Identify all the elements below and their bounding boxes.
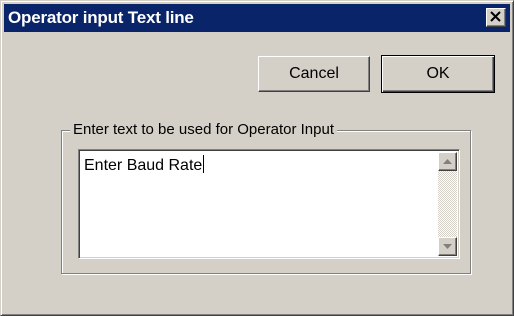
close-icon — [490, 11, 501, 22]
operator-input-dialog: Operator input Text line Cancel OK Enter… — [0, 0, 514, 316]
cancel-button[interactable]: Cancel — [258, 56, 370, 92]
arrow-up-icon — [443, 159, 452, 164]
vertical-scrollbar[interactable] — [438, 152, 457, 256]
window-title: Operator input Text line — [8, 8, 194, 27]
close-button[interactable] — [486, 8, 506, 27]
text-caret — [203, 155, 205, 173]
scroll-up-button[interactable] — [438, 152, 457, 171]
operator-input-textarea[interactable]: Enter Baud Rate — [78, 149, 460, 259]
textarea-value[interactable]: Enter Baud Rate — [84, 155, 205, 177]
arrow-down-icon — [443, 244, 452, 249]
scroll-down-button[interactable] — [438, 237, 457, 256]
ok-button[interactable]: OK — [381, 55, 495, 93]
textarea-text: Enter Baud Rate — [84, 157, 203, 174]
title-bar[interactable]: Operator input Text line — [4, 4, 510, 32]
group-legend: Enter text to be used for Operator Input — [70, 120, 337, 140]
